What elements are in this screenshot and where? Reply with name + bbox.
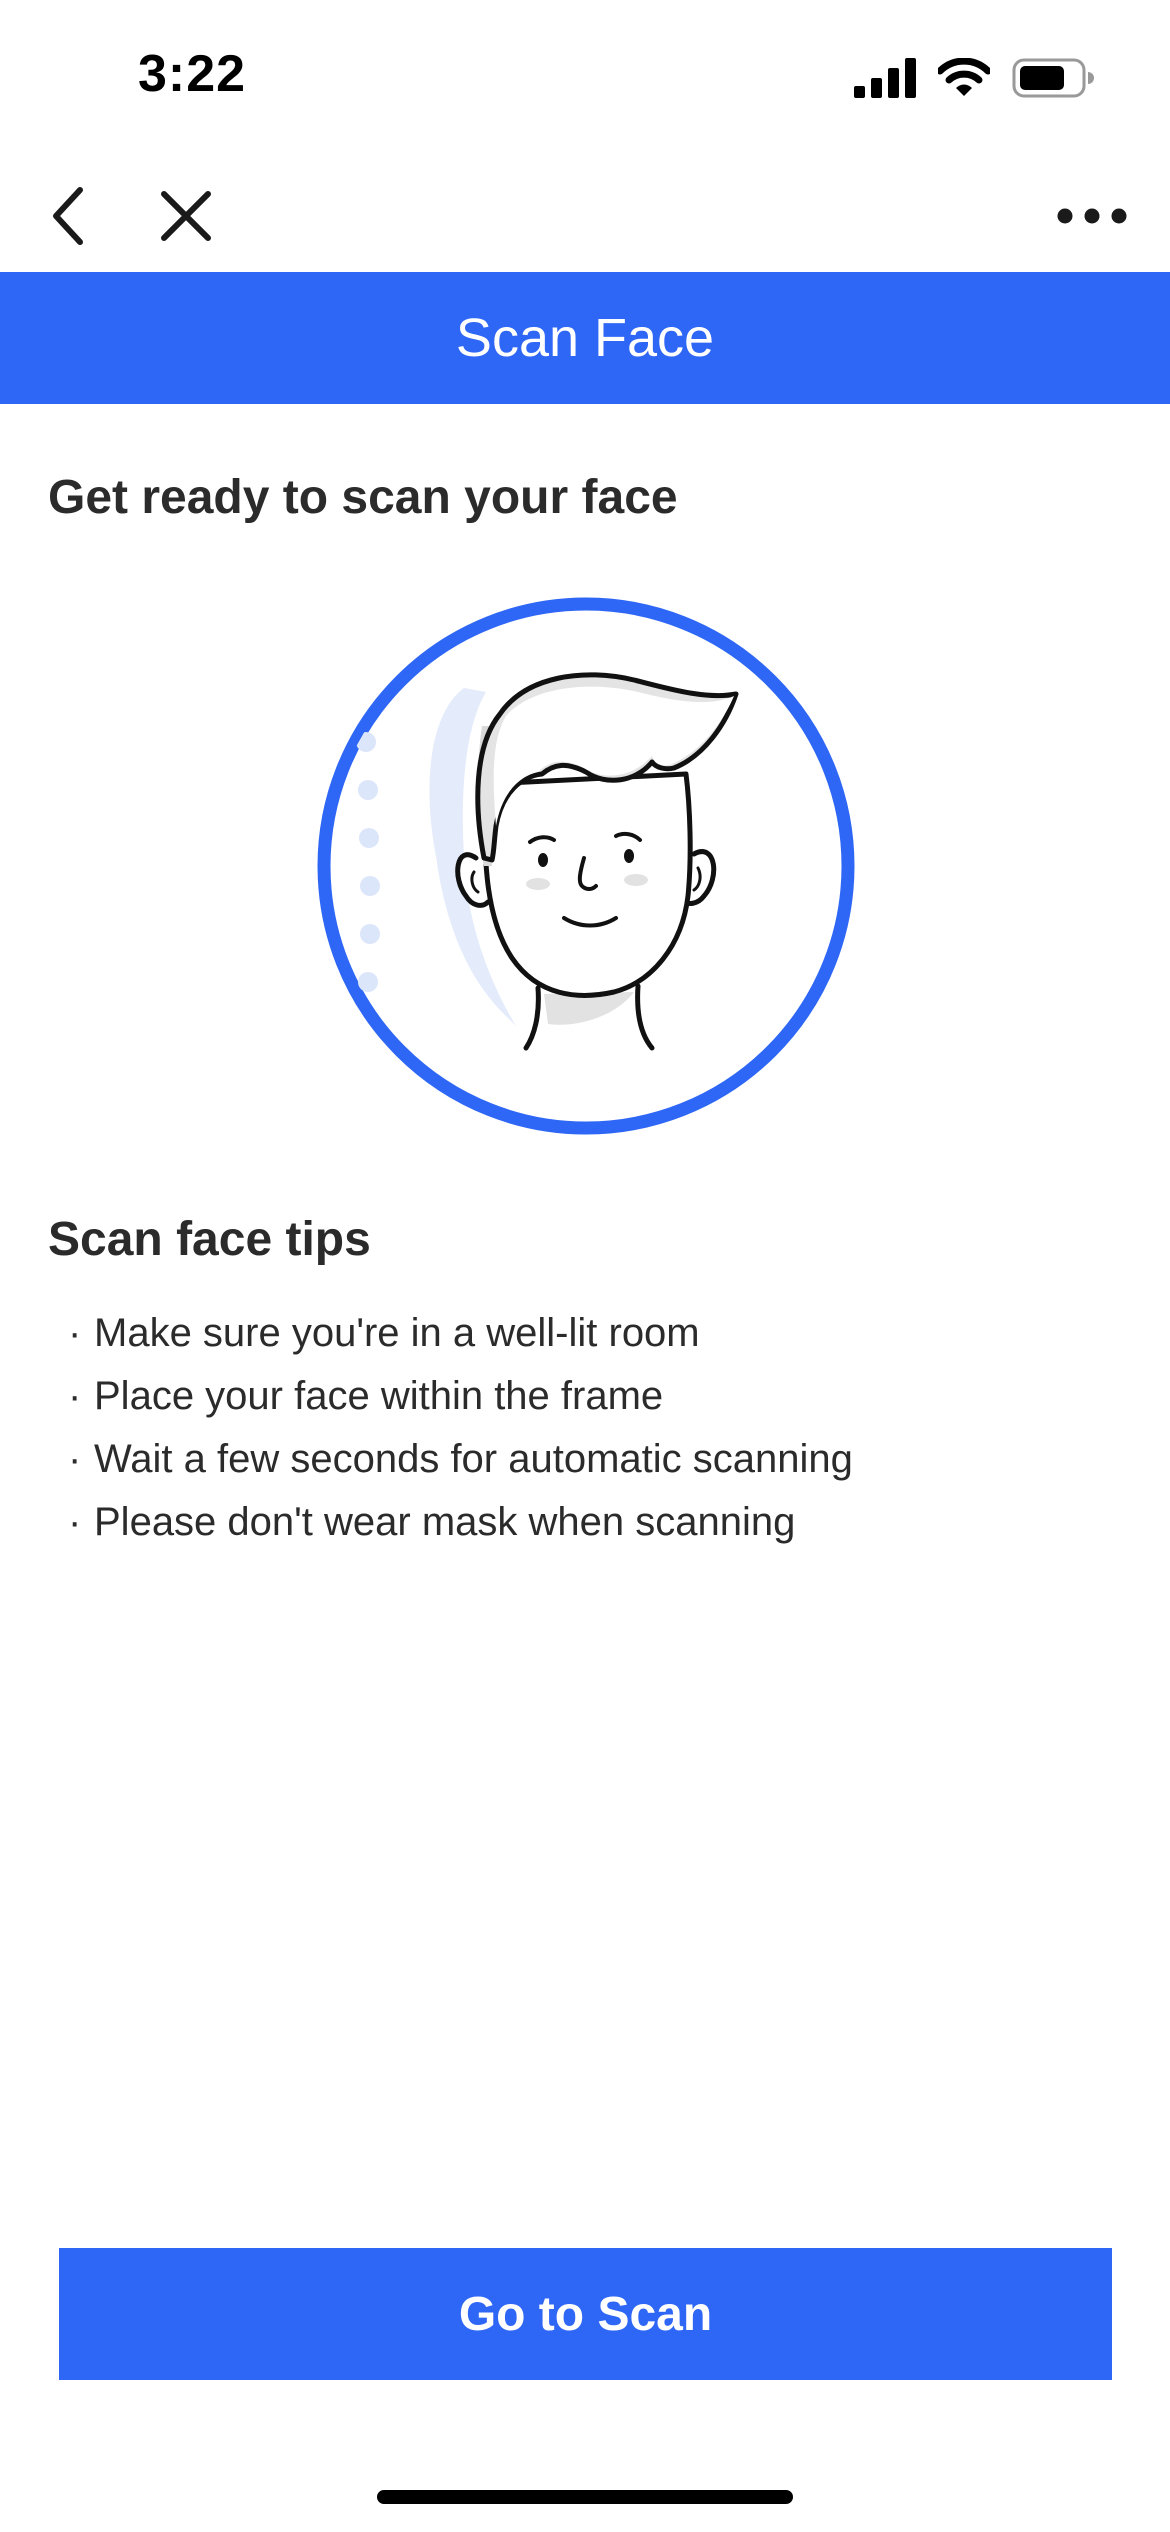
back-button[interactable] — [28, 176, 108, 256]
tip-item: · Please don't wear mask when scanning — [68, 1491, 853, 1554]
tip-item: · Wait a few seconds for automatic scanni… — [68, 1428, 853, 1491]
tip-text: Make sure you're in a well-lit room — [94, 1311, 700, 1355]
battery-icon — [1012, 58, 1094, 98]
wifi-icon — [938, 58, 990, 96]
status-time: 3:22 — [138, 45, 247, 103]
status-icons — [854, 56, 1094, 100]
bullet: · — [68, 1374, 82, 1418]
tips-list: · Make sure you're in a well-lit room · Pl… — [68, 1302, 853, 1554]
status-bar: 3:22 — [0, 0, 1170, 150]
tip-item: · Place your face within the frame — [68, 1365, 853, 1428]
close-button[interactable] — [146, 176, 226, 256]
bullet: · — [68, 1311, 82, 1355]
ready-heading: Get ready to scan your face — [48, 471, 678, 524]
bullet: · — [68, 1500, 82, 1544]
go-to-scan-button[interactable]: Go to Scan — [59, 2248, 1112, 2380]
close-icon — [161, 191, 211, 241]
more-horizontal-icon — [1057, 208, 1127, 224]
face-scan-illustration — [317, 597, 855, 1135]
nav-bar — [0, 150, 1170, 272]
tip-text: Wait a few seconds for automatic scannin… — [94, 1437, 853, 1481]
tips-heading: Scan face tips — [48, 1213, 371, 1266]
page-header: Scan Face — [0, 272, 1170, 404]
more-options-button[interactable] — [1042, 176, 1142, 256]
bullet: · — [68, 1437, 82, 1481]
cellular-signal-icon — [854, 58, 916, 98]
tip-text: Please don't wear mask when scanning — [94, 1500, 796, 1544]
home-indicator[interactable] — [377, 2490, 793, 2504]
chevron-left-icon — [53, 187, 83, 245]
page-title: Scan Face — [455, 308, 715, 368]
tip-item: · Make sure you're in a well-lit room — [68, 1302, 853, 1365]
tip-text: Place your face within the frame — [94, 1374, 664, 1418]
